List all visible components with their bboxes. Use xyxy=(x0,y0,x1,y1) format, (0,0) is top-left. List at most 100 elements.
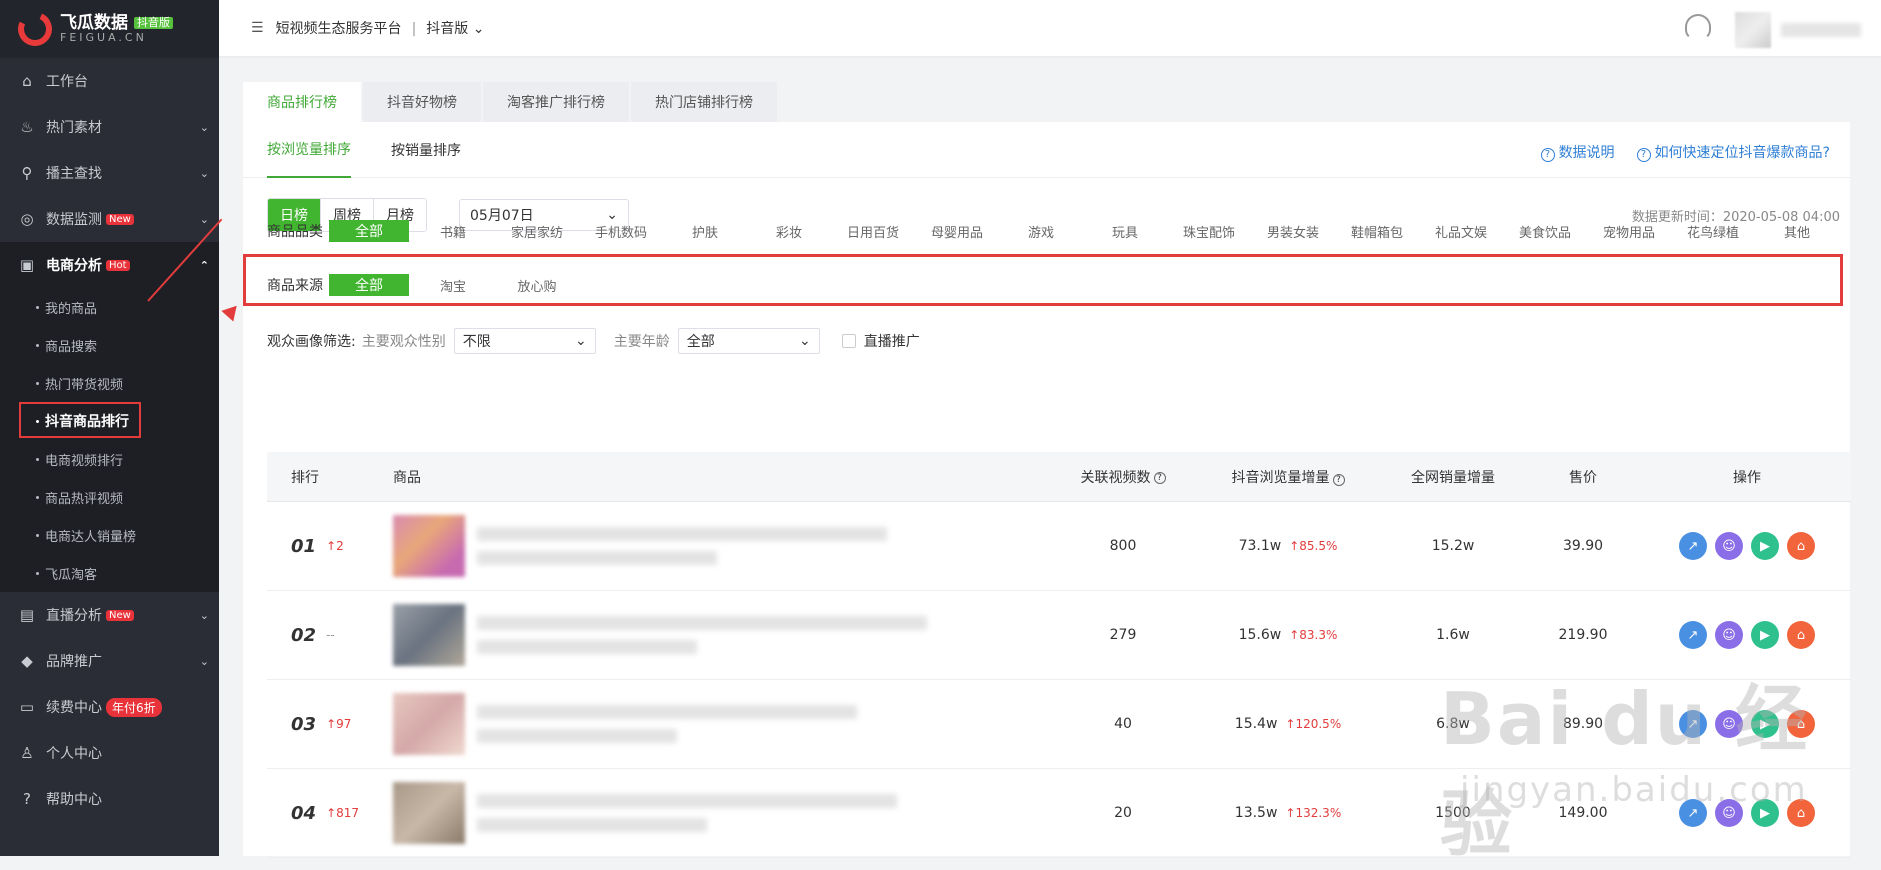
category-chip[interactable]: 花鸟绿植 xyxy=(1673,220,1753,242)
view-increment: 73.1w xyxy=(1238,538,1282,554)
sort-tabs: 按浏览量排序 按销量排序 ? 数据说明 ? 如何快速定位抖音爆款商品? xyxy=(243,122,1850,178)
category-chip[interactable]: 玩具 xyxy=(1085,220,1165,242)
product-thumbnail[interactable] xyxy=(393,693,465,755)
chevron-down-icon: ⌄ xyxy=(199,654,209,668)
age-select[interactable]: 全部 ⌄ xyxy=(677,328,820,354)
gender-select[interactable]: 不限 ⌄ xyxy=(453,328,596,354)
sidebar-item-live-analysis[interactable]: ▤ 直播分析 New ⌄ xyxy=(0,592,219,638)
audience-icon[interactable]: ☺ xyxy=(1715,532,1743,560)
category-chip[interactable]: 礼品文娱 xyxy=(1421,220,1501,242)
sidebar-item-label: 热门素材 xyxy=(46,120,102,136)
table-row[interactable]: 01 ↑2 800 73.1w ↑85.5% 15.2w 39.90 ↗ ☺ ▶ ⌂ xyxy=(267,502,1851,591)
category-chip[interactable]: 宠物用品 xyxy=(1589,220,1669,242)
header-rank: 排行 xyxy=(291,469,319,486)
shop-icon[interactable]: ⌂ xyxy=(1787,532,1815,560)
trend-chart-icon[interactable]: ↗ xyxy=(1679,621,1707,649)
sidebar-subitem-feigua-taoke[interactable]: 飞瓜淘客 xyxy=(0,554,219,592)
sidebar-subitem-hot-comment-video[interactable]: 商品热评视频 xyxy=(0,478,219,516)
user-menu[interactable] xyxy=(1735,12,1861,48)
menu-toggle-icon[interactable]: ☰ xyxy=(251,20,264,36)
sidebar-item-ecommerce[interactable]: ▣ 电商分析 Hot ⌃ xyxy=(0,242,219,288)
platform-switcher[interactable]: 抖音版 xyxy=(426,21,468,37)
headset-icon[interactable] xyxy=(1685,14,1711,40)
tab-shop-ranking[interactable]: 热门店铺排行榜 xyxy=(631,82,777,122)
sidebar-item-hot-material[interactable]: ♨ 热门素材 ⌄ xyxy=(0,104,219,150)
sidebar-item-brand-promo[interactable]: ◆ 品牌推广 ⌄ xyxy=(0,638,219,684)
sidebar-item-personal[interactable]: ♙ 个人中心 xyxy=(0,730,219,776)
rank-number: 03 xyxy=(291,713,317,735)
audience-icon[interactable]: ☺ xyxy=(1715,621,1743,649)
category-chip[interactable]: 游戏 xyxy=(1001,220,1081,242)
sidebar-item-label: 直播分析 xyxy=(46,608,102,624)
product-cell[interactable] xyxy=(393,693,1053,755)
category-chip[interactable]: 彩妆 xyxy=(749,220,829,242)
sidebar-item-workbench[interactable]: ⌂ 工作台 xyxy=(0,58,219,104)
sort-by-views[interactable]: 按浏览量排序 xyxy=(267,122,351,178)
category-chip[interactable]: 珠宝配饰 xyxy=(1169,220,1249,242)
question-icon: ? xyxy=(1153,471,1166,484)
data-explanation-link[interactable]: ? 数据说明 xyxy=(1540,142,1615,162)
view-growth: ↑85.5% xyxy=(1289,539,1338,553)
gender-label: 主要观众性别 xyxy=(361,334,446,350)
watermark-url: jingyan.baidu.com xyxy=(1460,770,1808,810)
related-videos: 279 xyxy=(1109,627,1137,643)
product-thumbnail[interactable] xyxy=(393,515,465,577)
product-cell[interactable] xyxy=(393,604,1053,666)
category-chip[interactable]: 母婴用品 xyxy=(917,220,997,242)
view-growth: ↑132.3% xyxy=(1285,806,1342,820)
chevron-down-icon: ⌄ xyxy=(472,21,485,37)
locate-hot-product-link[interactable]: ? 如何快速定位抖音爆款商品? xyxy=(1636,142,1830,162)
locate-hot-product-label: 如何快速定位抖音爆款商品? xyxy=(1654,145,1830,161)
sidebar-subitem-hot-video[interactable]: 热门带货视频 xyxy=(0,364,219,402)
live-icon: ▤ xyxy=(19,606,35,624)
category-chip[interactable]: 书籍 xyxy=(413,220,493,242)
logo-name: 飞瓜数据 xyxy=(60,12,128,33)
product-thumbnail[interactable] xyxy=(393,604,465,666)
live-promo-checkbox[interactable] xyxy=(841,334,856,348)
age-label: 主要年龄 xyxy=(613,334,670,350)
tab-product-ranking[interactable]: 商品排行榜 xyxy=(243,82,361,122)
category-chip[interactable]: 其他 xyxy=(1757,220,1837,242)
sidebar-subitem-influencer-sales[interactable]: 电商达人销量榜 xyxy=(0,516,219,554)
category-chip[interactable]: 鞋帽箱包 xyxy=(1337,220,1417,242)
shop-icon[interactable]: ⌂ xyxy=(1787,621,1815,649)
category-chip[interactable]: 手机数码 xyxy=(581,220,661,242)
category-chip[interactable]: 日用百货 xyxy=(833,220,913,242)
logo-badge: 抖音版 xyxy=(134,16,173,29)
sidebar-item-creator-search[interactable]: ⚲ 播主查找 ⌄ xyxy=(0,150,219,196)
header-views-label: 抖音浏览量增量 xyxy=(1231,469,1330,486)
sidebar-subitem-ecom-video-ranking[interactable]: 电商视频排行 xyxy=(0,440,219,478)
header-views[interactable]: 抖音浏览量增量? xyxy=(1193,467,1383,487)
sidebar-item-renewal[interactable]: ▭ 续费中心 年付6折 xyxy=(0,684,219,730)
category-chip[interactable]: 护肤 xyxy=(665,220,745,242)
sidebar-subitem-product-search[interactable]: 商品搜索 xyxy=(0,326,219,364)
related-videos: 40 xyxy=(1114,716,1132,732)
video-play-icon[interactable]: ▶ xyxy=(1751,532,1779,560)
trend-chart-icon[interactable]: ↗ xyxy=(1679,532,1707,560)
product-cell[interactable] xyxy=(393,515,1053,577)
related-videos: 800 xyxy=(1109,538,1137,554)
sidebar-item-data-monitor[interactable]: ◎ 数据监测 New ⌄ xyxy=(0,196,219,242)
sidebar-subitem-my-products[interactable]: 我的商品 xyxy=(0,288,219,326)
category-chip[interactable]: 男装女装 xyxy=(1253,220,1333,242)
rank-change: -- xyxy=(326,628,335,642)
tab-taoke-ranking[interactable]: 淘客推广排行榜 xyxy=(483,82,629,122)
view-growth: ↑120.5% xyxy=(1285,717,1342,731)
category-chip[interactable]: 全部 xyxy=(329,220,409,242)
ranking-tabs: 商品排行榜 抖音好物榜 淘客推广排行榜 热门店铺排行榜 xyxy=(243,82,779,122)
sort-by-sales[interactable]: 按销量排序 xyxy=(391,122,461,178)
question-icon: ? xyxy=(1332,473,1345,486)
header-videos[interactable]: 关联视频数? xyxy=(1053,467,1193,487)
product-cell[interactable] xyxy=(393,782,1053,844)
age-value: 全部 xyxy=(686,334,715,350)
view-increment: 15.4w xyxy=(1234,716,1278,732)
user-icon: ♙ xyxy=(20,744,34,762)
video-play-icon[interactable]: ▶ xyxy=(1751,621,1779,649)
category-chip[interactable]: 家居家纺 xyxy=(497,220,577,242)
sidebar-item-help[interactable]: ? 帮助中心 xyxy=(0,776,219,822)
logo[interactable]: 飞瓜数据 抖音版 FEIGUA.CN xyxy=(0,0,219,58)
audience-label: 观众画像筛选: xyxy=(267,334,356,350)
tab-douyin-goods[interactable]: 抖音好物榜 xyxy=(363,82,481,122)
product-thumbnail[interactable] xyxy=(393,782,465,844)
category-chip[interactable]: 美食饮品 xyxy=(1505,220,1585,242)
